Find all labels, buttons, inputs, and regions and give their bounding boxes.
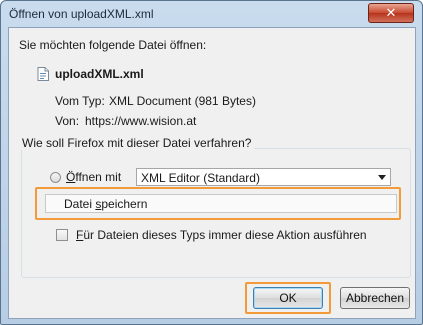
remember-choice-label[interactable]: Für Dateien dieses Typs immer diese Akti… <box>76 228 367 242</box>
action-group-legend: Wie soll Firefox mit dieser Datei verfah… <box>19 136 255 150</box>
title-bar[interactable]: Öffnen von uploadXML.xml ✕ <box>1 1 422 27</box>
type-label: Vom Typ: <box>55 94 105 108</box>
save-file-label-prefix: Datei <box>64 197 96 211</box>
application-select-value: XML Editor (Standard) <box>141 171 260 185</box>
open-with-accesskey: Ö <box>66 170 76 184</box>
open-with-radio[interactable] <box>50 172 61 183</box>
cancel-button[interactable]: Abbrechen <box>340 287 410 309</box>
ok-button-label: OK <box>279 291 297 305</box>
dialog-window: Öffnen von uploadXML.xml ✕ Sie möchten f… <box>0 0 423 325</box>
remember-label-rest: ür Dateien dieses Typs immer diese Aktio… <box>83 228 367 242</box>
xml-file-icon <box>37 67 49 81</box>
open-prompt: Sie möchten folgende Datei öffnen: <box>19 38 207 52</box>
close-button[interactable]: ✕ <box>368 3 414 23</box>
window-title: Öffnen von uploadXML.xml <box>9 7 154 21</box>
open-with-label[interactable]: Öffnen mit <box>66 170 121 184</box>
cancel-button-label: Abbrechen <box>345 291 405 305</box>
application-select[interactable]: XML Editor (Standard) <box>136 168 391 186</box>
save-file-label: Datei speichern <box>64 197 147 211</box>
close-icon: ✕ <box>385 5 397 20</box>
from-label: Von: <box>55 114 80 128</box>
save-file-option[interactable]: Datei speichern <box>45 194 397 213</box>
dialog-body: Sie möchten folgende Datei öffnen: uploa… <box>8 27 416 319</box>
dialog-footer: OK Abbrechen <box>9 274 415 318</box>
remember-choice-checkbox[interactable] <box>56 229 68 241</box>
open-with-label-rest: ffnen mit <box>75 170 122 184</box>
dropdown-arrow-icon <box>378 175 386 180</box>
file-name: uploadXML.xml <box>55 67 144 81</box>
ok-button[interactable]: OK <box>253 287 323 309</box>
save-file-label-rest: peichern <box>101 197 148 211</box>
from-value: https://www.wision.at <box>85 114 197 128</box>
type-value: XML Document (981 Bytes) <box>109 94 256 108</box>
